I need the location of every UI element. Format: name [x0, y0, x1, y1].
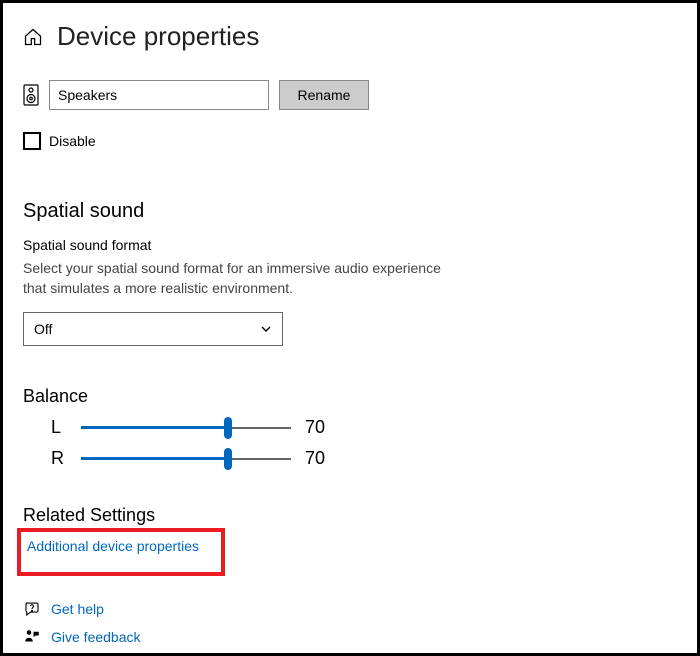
- balance-right-label: R: [51, 448, 67, 469]
- balance-left-slider[interactable]: [81, 418, 291, 438]
- balance-right-row: R 70: [23, 448, 677, 469]
- speaker-icon: [23, 84, 39, 106]
- page-title: Device properties: [57, 21, 259, 52]
- home-icon[interactable]: [23, 27, 43, 47]
- balance-section: Balance L 70 R 70: [23, 386, 677, 469]
- spatial-format-value: Off: [34, 321, 52, 337]
- get-help-row: Get help: [23, 600, 677, 618]
- spatial-sound-section: Spatial sound Spatial sound format Selec…: [23, 200, 677, 346]
- rename-button[interactable]: Rename: [279, 80, 369, 110]
- get-help-link[interactable]: Get help: [51, 601, 104, 617]
- disable-checkbox-row: Disable: [23, 132, 677, 150]
- highlight-annotation: Additional device properties: [17, 528, 225, 576]
- give-feedback-link[interactable]: Give feedback: [51, 629, 141, 645]
- spatial-format-description: Select your spatial sound format for an …: [23, 259, 463, 298]
- page-header: Device properties: [23, 21, 677, 52]
- device-name-input[interactable]: [49, 80, 269, 110]
- device-properties-window: Device properties Rename Disable Spatial…: [0, 0, 700, 656]
- help-icon: [23, 600, 41, 618]
- chevron-down-icon: [260, 323, 272, 335]
- disable-checkbox[interactable]: [23, 132, 41, 150]
- device-name-row: Rename: [23, 80, 677, 110]
- feedback-icon: [23, 628, 41, 646]
- balance-right-slider[interactable]: [81, 449, 291, 469]
- balance-right-value: 70: [305, 448, 325, 469]
- spatial-format-dropdown[interactable]: Off: [23, 312, 283, 346]
- disable-label: Disable: [49, 133, 96, 149]
- related-settings-section: Related Settings Additional device prope…: [23, 505, 677, 576]
- balance-left-value: 70: [305, 417, 325, 438]
- balance-heading: Balance: [23, 386, 677, 407]
- spatial-format-label: Spatial sound format: [23, 237, 677, 253]
- give-feedback-row: Give feedback: [23, 628, 677, 646]
- additional-device-properties-link[interactable]: Additional device properties: [27, 538, 199, 554]
- spatial-sound-heading: Spatial sound: [23, 200, 677, 223]
- related-settings-heading: Related Settings: [23, 505, 677, 526]
- balance-left-label: L: [51, 417, 67, 438]
- balance-left-row: L 70: [23, 417, 677, 438]
